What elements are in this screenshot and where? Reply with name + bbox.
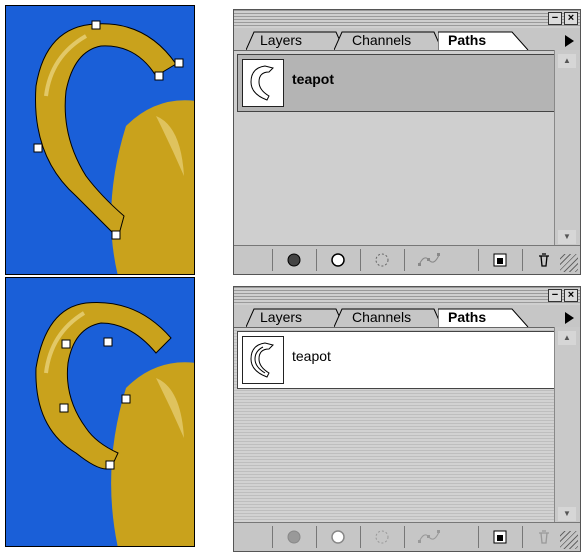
stroke-path-button[interactable] (316, 249, 360, 271)
path-item-teapot[interactable]: teapot (237, 54, 555, 112)
load-selection-button[interactable] (360, 526, 404, 548)
scroll-down-icon[interactable]: ▼ (558, 507, 576, 521)
path-name: teapot (292, 348, 331, 364)
teapot-image-top (5, 5, 195, 275)
load-selection-button[interactable] (360, 249, 404, 271)
tab-layers[interactable]: Layers (246, 308, 345, 327)
make-work-path-button[interactable] (404, 249, 448, 271)
path-thumbnail-icon (242, 336, 284, 384)
panel-titlebar[interactable] (234, 10, 580, 28)
tab-paths[interactable]: Paths (438, 308, 529, 327)
tab-layers[interactable]: Layers (246, 31, 345, 50)
paths-panel-top: − × Layers Channels Paths teapot ▲ ▼ (233, 9, 581, 275)
paths-list: teapot (234, 327, 556, 526)
scroll-up-icon[interactable]: ▲ (558, 54, 576, 68)
scrollbar[interactable]: ▲ ▼ (554, 327, 580, 525)
panel-menu-arrow-icon[interactable] (565, 312, 574, 324)
stroke-path-button[interactable] (316, 526, 360, 548)
minimize-button[interactable]: − (548, 12, 562, 25)
panel-menu-arrow-icon[interactable] (565, 35, 574, 47)
scroll-down-icon[interactable]: ▼ (558, 230, 576, 244)
path-thumbnail-icon (242, 59, 284, 107)
resize-grip-icon[interactable] (560, 531, 578, 549)
path-item-teapot[interactable]: teapot (237, 331, 555, 389)
tab-paths[interactable]: Paths (438, 31, 529, 50)
scrollbar[interactable]: ▲ ▼ (554, 50, 580, 248)
tab-row: Layers Channels Paths (234, 305, 580, 327)
tab-channels[interactable]: Channels (334, 31, 443, 50)
fill-path-button[interactable] (272, 526, 316, 548)
tab-row: Layers Channels Paths (234, 28, 580, 50)
fill-path-button[interactable] (272, 249, 316, 271)
tab-channels[interactable]: Channels (334, 308, 443, 327)
make-work-path-button[interactable] (404, 526, 448, 548)
resize-grip-icon[interactable] (560, 254, 578, 272)
scroll-up-icon[interactable]: ▲ (558, 331, 576, 345)
paths-toolbar (234, 522, 580, 551)
paths-panel-bottom: − × Layers Channels Paths teapot ▲ ▼ (233, 286, 581, 552)
new-path-button[interactable] (478, 249, 522, 271)
paths-toolbar (234, 245, 580, 274)
panel-titlebar[interactable] (234, 287, 580, 305)
close-button[interactable]: × (564, 289, 578, 302)
minimize-button[interactable]: − (548, 289, 562, 302)
paths-list: teapot (234, 50, 556, 249)
new-path-button[interactable] (478, 526, 522, 548)
close-button[interactable]: × (564, 12, 578, 25)
teapot-image-bottom (5, 277, 195, 547)
path-name: teapot (292, 71, 334, 87)
